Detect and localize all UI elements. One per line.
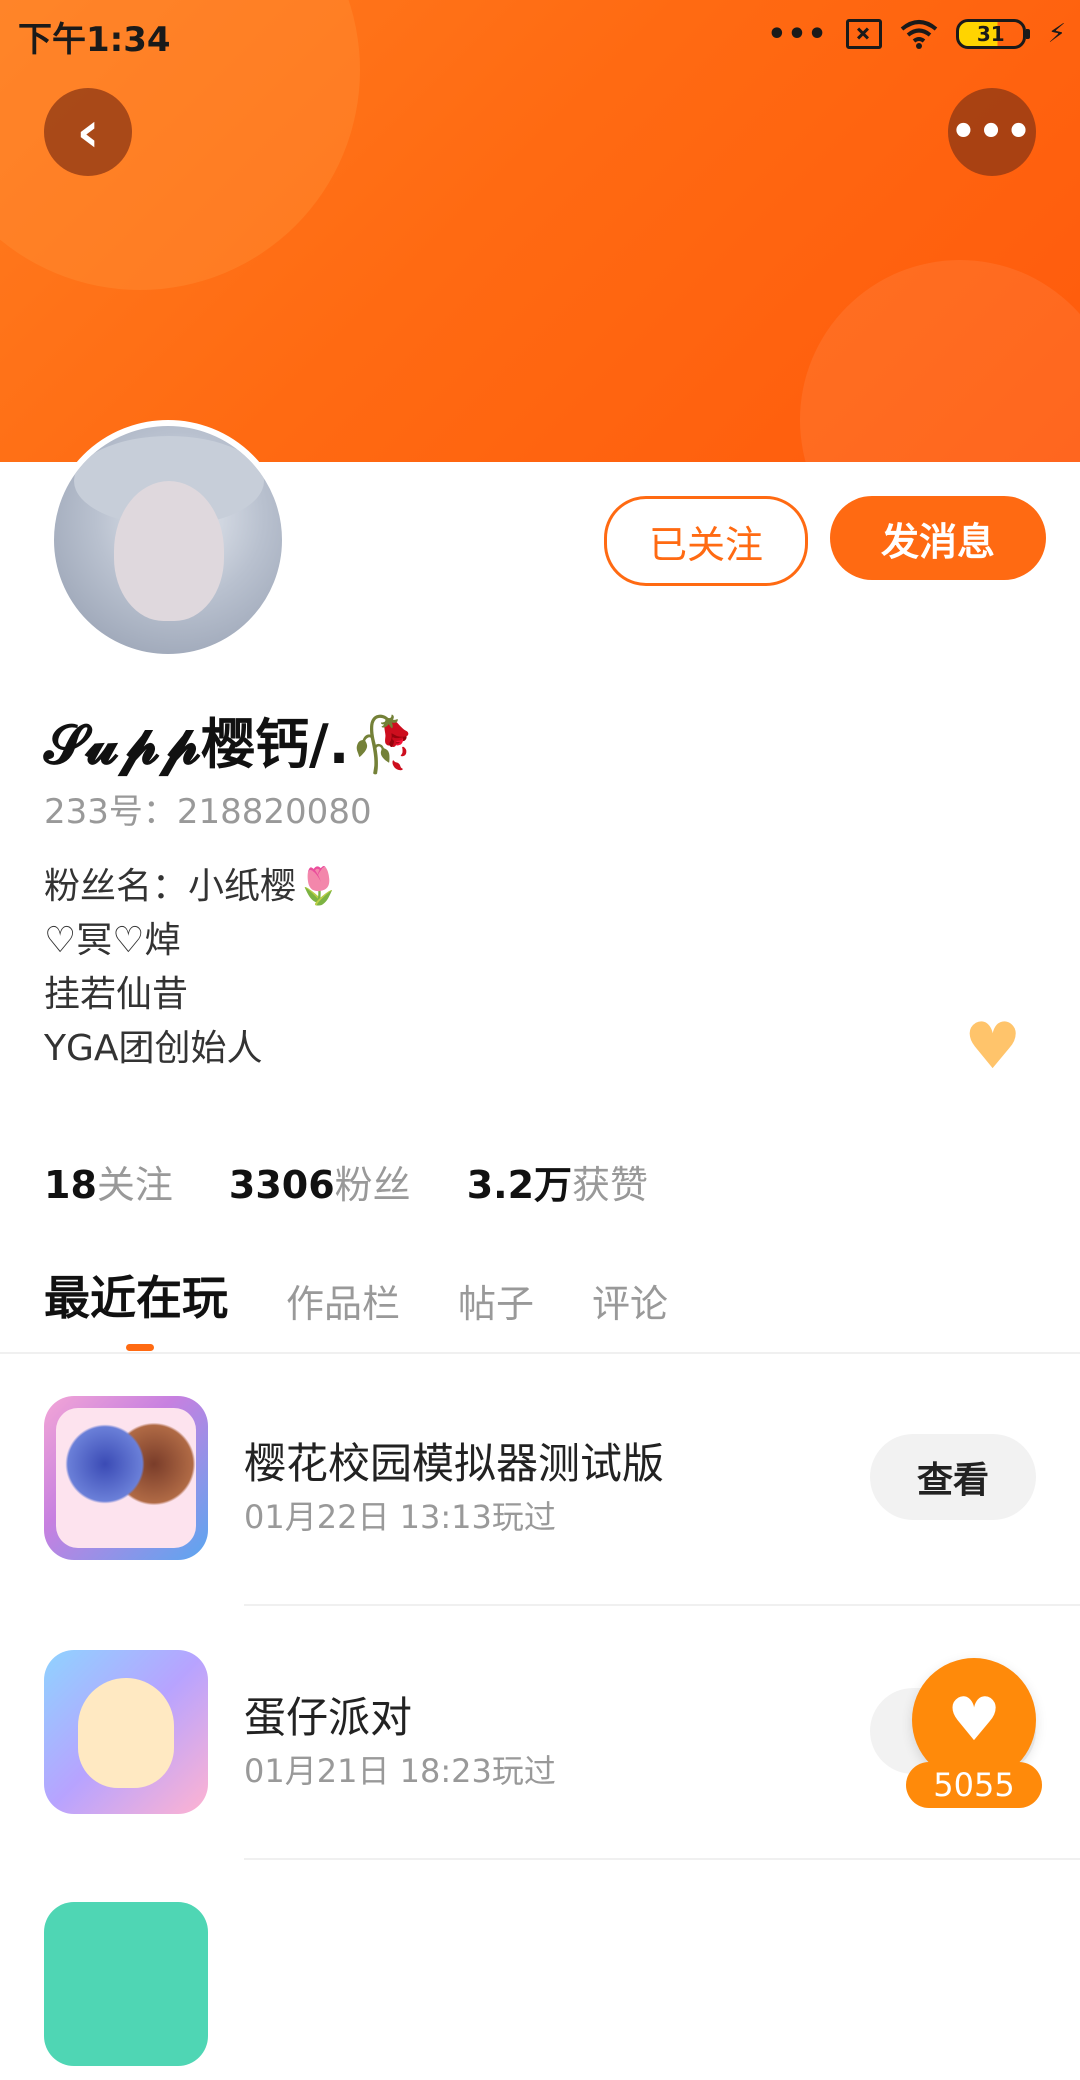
active-tab-indicator [126, 1344, 154, 1351]
send-message-button[interactable]: 发消息 [830, 496, 1046, 580]
profile-bio: 粉丝名：小纸樱🌷 ♡冥♡焯 挂若仙昔 YGA团创始人 [44, 860, 341, 1076]
more-notifications-icon: ••• [767, 16, 828, 52]
like-count: 5055 [906, 1762, 1042, 1808]
battery-level: 31 [955, 19, 1026, 49]
game-last-played: 01月22日 13:13玩过 [244, 1498, 556, 1536]
back-button[interactable]: ‹ [44, 88, 132, 176]
avatar[interactable] [48, 420, 288, 660]
tab-recently-played[interactable]: 最近在玩 [44, 1262, 228, 1328]
game-icon[interactable] [44, 1902, 208, 2066]
following-button[interactable]: 已关注 [604, 496, 808, 586]
profile-header-banner [0, 0, 1080, 462]
heart-icon[interactable]: ♥ [964, 1010, 1021, 1084]
profile-id: 233号：218820080 [44, 792, 372, 832]
stat-number: 3306 [228, 1163, 335, 1207]
bio-line: 粉丝名：小纸樱🌷 [44, 866, 341, 907]
game-last-played: 01月21日 18:23玩过 [244, 1752, 556, 1790]
bio-line: YGA团创始人 [44, 1028, 263, 1069]
charging-icon: ⚡ [1047, 19, 1066, 49]
stat-label: 关注 [96, 1163, 173, 1207]
heart-icon: ♥ [947, 1685, 1001, 1755]
game-title: 蛋仔派对 [244, 1693, 413, 1742]
view-button[interactable]: 查看 [870, 1434, 1036, 1520]
bio-line: ♡冥♡焯 [44, 920, 181, 961]
divider [0, 1352, 1080, 1354]
profile-name: 𝓢𝓾𝓹𝓹樱钙/.🥀 [44, 713, 417, 776]
more-options-button[interactable]: ••• [948, 88, 1036, 176]
divider [244, 1604, 1080, 1606]
stat-fans[interactable]: 3306粉丝 [229, 1154, 411, 1209]
list-item[interactable] [0, 1880, 1080, 2080]
chevron-left-icon: ‹ [76, 99, 100, 165]
tab-works[interactable]: 作品栏 [286, 1273, 400, 1328]
stat-number: 18 [44, 1163, 97, 1207]
tab-comments[interactable]: 评论 [592, 1273, 668, 1328]
ellipsis-icon: ••• [950, 109, 1034, 155]
banner-decoration [800, 260, 1080, 462]
battery-icon: 31 [955, 19, 1030, 49]
stat-label: 获赞 [572, 1163, 649, 1207]
profile-tabs: 最近在玩 作品栏 帖子 评论 [44, 1262, 668, 1328]
game-icon[interactable] [44, 1650, 208, 1814]
stat-label: 粉丝 [334, 1163, 411, 1207]
stat-number: 3.2万 [466, 1163, 573, 1207]
list-item[interactable]: 樱花校园模拟器测试版 01月22日 13:13玩过 查看 [0, 1374, 1080, 1574]
game-icon[interactable] [44, 1396, 208, 1560]
profile-stats: 18关注 3306粉丝 3.2万获赞 [44, 1154, 648, 1209]
tab-posts[interactable]: 帖子 [458, 1273, 534, 1328]
no-sim-icon [845, 19, 882, 49]
stat-likes[interactable]: 3.2万获赞 [467, 1154, 648, 1209]
wifi-icon [900, 20, 938, 49]
divider [244, 1858, 1080, 1860]
status-time: 下午1:34 [18, 20, 171, 60]
game-title: 樱花校园模拟器测试版 [244, 1439, 665, 1488]
stat-following[interactable]: 18关注 [44, 1154, 173, 1209]
status-icons: ••• 31 ⚡ [767, 14, 1066, 54]
bio-line: 挂若仙昔 [44, 974, 189, 1015]
status-bar: 下午1:34 ••• 31 ⚡ [0, 0, 1080, 66]
